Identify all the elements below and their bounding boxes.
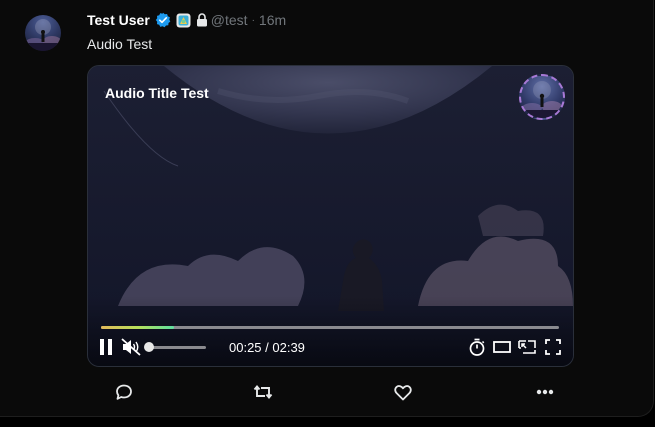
volume-muted-icon[interactable] [120,337,142,357]
fullscreen-icon[interactable] [542,337,564,357]
post-card: Test User @test · 16m Audio Test Audio T… [0,0,654,417]
avatar-image [25,19,61,51]
audio-title: Audio Title Test [105,85,209,101]
reply-icon[interactable] [112,380,136,404]
progress-fill [101,326,175,329]
progress-bar[interactable] [101,326,559,329]
player-background-image [88,66,573,366]
timer-icon[interactable] [467,337,487,357]
theater-mode-icon[interactable] [491,337,513,357]
lock-icon [196,13,208,27]
repost-icon[interactable] [251,380,275,404]
separator-dot: · [251,14,255,26]
post-time[interactable]: 16m [259,12,286,28]
time-display: 00:25 / 02:39 [229,340,305,355]
volume-knob[interactable] [144,342,154,352]
like-icon[interactable] [391,380,415,404]
author-name[interactable]: Test User [87,12,150,28]
action-bar [87,380,572,404]
post-header: Test User @test · 16m [87,12,286,28]
more-icon[interactable] [533,380,557,404]
cover-art [519,74,565,120]
author-handle[interactable]: @test [211,12,248,28]
avatar[interactable] [25,15,61,51]
player-controls: 00:25 / 02:39 [88,337,573,359]
picture-in-picture-icon[interactable] [516,337,538,357]
app-badge-icon [176,13,191,28]
volume-slider[interactable] [150,346,206,349]
verified-badge-icon [155,12,171,28]
cover-art-image [521,81,563,118]
post-text: Audio Test [87,36,153,52]
audio-player[interactable]: Audio Title Test 00:25 / 02:39 [87,65,574,367]
pause-icon[interactable] [98,337,114,357]
